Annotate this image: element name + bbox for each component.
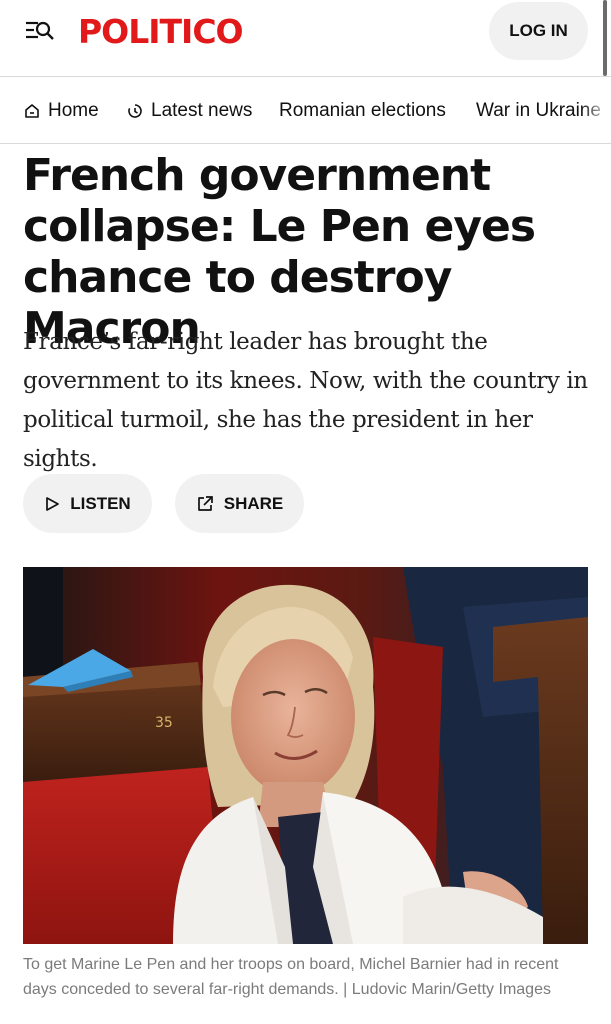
listen-label: LISTEN bbox=[70, 493, 131, 513]
nav-item-latest-news[interactable]: Latest news bbox=[127, 78, 253, 143]
headline-line: collapse: Le Pen eyes bbox=[23, 201, 536, 252]
photo-caption: To get Marine Le Pen and her troops on b… bbox=[23, 952, 598, 1002]
caption-line: days conceded to several far-right deman… bbox=[23, 981, 551, 998]
nav-label-romanian-elections: Romanian elections bbox=[279, 100, 446, 121]
headline-line: French government bbox=[23, 150, 491, 201]
site-header: POLITICO LOG IN bbox=[0, 0, 611, 77]
caption-line: To get Marine Le Pen and her troops on b… bbox=[23, 956, 559, 973]
lead-photo[interactable]: 35 bbox=[23, 567, 588, 944]
nav-item-home[interactable]: Home bbox=[24, 78, 99, 143]
section-nav: Home Latest news Romanian elections War … bbox=[0, 78, 611, 144]
home-icon bbox=[25, 104, 39, 118]
share-button[interactable]: SHARE bbox=[175, 474, 304, 533]
nav-label-home: Home bbox=[48, 100, 99, 121]
nav-fade bbox=[581, 78, 611, 143]
nav-label-latest-news: Latest news bbox=[151, 100, 253, 121]
share-icon bbox=[197, 495, 213, 511]
listen-button[interactable]: LISTEN bbox=[23, 474, 152, 533]
clock-icon bbox=[128, 104, 142, 118]
scrollbar[interactable] bbox=[603, 0, 607, 76]
photo-illustration: 35 bbox=[23, 567, 588, 944]
dek-line: government to its knees. Now, with the c… bbox=[23, 368, 588, 394]
dek-line: political turmoil, she has the president… bbox=[23, 407, 533, 472]
share-label: SHARE bbox=[223, 493, 284, 513]
login-button[interactable]: LOG IN bbox=[489, 2, 588, 60]
dek-line: France’s far-right leader has brought th… bbox=[23, 329, 488, 355]
nav-item-romanian-elections[interactable]: Romanian elections bbox=[279, 78, 446, 143]
menu-search-icon[interactable] bbox=[24, 18, 56, 44]
play-icon bbox=[46, 496, 60, 511]
article-dek: France’s far-right leader has brought th… bbox=[23, 323, 598, 479]
seat-number: 35 bbox=[155, 715, 173, 731]
politico-logo[interactable]: POLITICO bbox=[78, 12, 244, 51]
